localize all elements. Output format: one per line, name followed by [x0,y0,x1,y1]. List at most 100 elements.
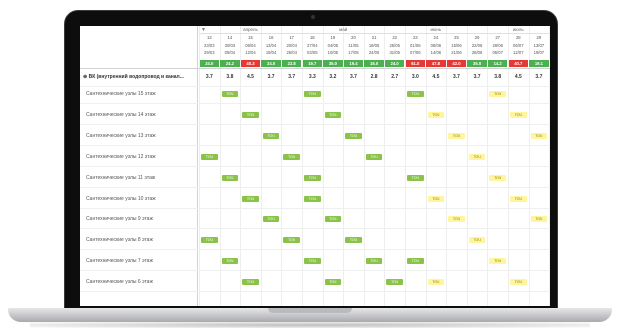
week-start-date: 29/06 [492,43,503,48]
task-bar[interactable]: ТОЧ [262,216,280,223]
task-bar[interactable]: ТОЧ [427,195,445,202]
group-week-value: 3.8 [494,74,502,80]
task-bar[interactable]: ТОЧ [510,279,527,286]
week-number: 16 [268,35,274,40]
task-bar[interactable]: ТОЧ [221,258,239,265]
task-bar[interactable]: ТОЧ [489,258,506,265]
task-bar[interactable]: ТОЧ [221,174,239,181]
week-end-date: 19/04 [265,50,277,55]
week-end-date: 03/05 [307,50,318,55]
task-row-label[interactable]: Сантехнические узлы 14 этаж [86,112,156,118]
task-row-label[interactable]: Сантехнические узлы 15 этаж [86,91,156,97]
task-row-label[interactable]: Сантехнические узлы 10 этаж [86,196,156,202]
group-week-value: 2.8 [370,74,378,80]
task-bar[interactable]: ТОЧ [304,258,321,265]
row-divider [80,103,550,104]
task-bar[interactable]: ТОЧ [304,91,321,97]
row-divider [80,207,550,209]
week-end-date: 12/07 [513,50,524,55]
task-bar[interactable]: ТОЧ [427,111,445,118]
group-week-value: 3.7 [205,74,213,80]
week-number: 21 [371,35,377,40]
task-bar[interactable]: ТОЧ [283,153,300,160]
task-bar[interactable]: ТОЧ [345,237,362,244]
group-week-value: 3.8 [226,74,234,80]
task-bar[interactable]: ТОЧ [201,237,218,244]
week-start-date: 06/04 [245,43,256,48]
task-row-label[interactable]: Сантехнические узлы 9 этаж [86,216,153,222]
task-bar[interactable]: ТОЧ [324,279,342,286]
task-bar[interactable]: ТОЧ [530,216,548,223]
week-load-value: 24.0 [199,60,220,67]
task-bar[interactable]: ТОЧ [386,279,403,286]
row-divider [80,186,550,188]
task-bar[interactable]: ТОЧ [242,111,259,118]
week-number: 26 [474,35,480,40]
week-number: 28 [515,35,521,40]
task-bar[interactable]: ТОЧ [283,237,300,244]
week-end-date: 28/06 [471,50,483,55]
task-bar[interactable]: ТОЧ [407,258,424,265]
task-bar[interactable]: ТОЧ [262,132,280,139]
task-bar[interactable]: ТОЧ [427,279,445,286]
task-bar[interactable]: ТОЧ [510,111,527,118]
week-number: 23 [412,35,418,40]
row-divider [80,270,550,272]
task-bar[interactable]: ТОЧ [468,153,486,160]
week-end-date: 24/05 [368,50,380,55]
row-divider [80,86,550,87]
task-bar[interactable]: ТОЧ [407,174,424,181]
task-bar[interactable]: ТОЧ [242,279,259,286]
task-bar[interactable]: ТОЧ [510,195,527,202]
task-row-label[interactable]: Сантехнические узлы 11 этаж [86,175,155,181]
week-number: 19 [330,35,336,40]
task-row-label[interactable]: Сантехнические узлы 12 этаж [86,154,156,160]
week-load-value: 24.0 [384,60,405,67]
task-bar[interactable]: ТОЧ [489,91,506,97]
task-row-label[interactable]: Сантехнические узлы 8 этаж [86,237,153,243]
row-divider [80,291,550,293]
task-bar[interactable]: ТОЧ [448,132,465,139]
row-divider [80,165,550,167]
task-row-label[interactable]: Сантехнические узлы 7 этаж [86,258,153,264]
task-bar[interactable]: ТОЧ [530,132,548,139]
week-start-date: 13/07 [533,43,545,48]
laptop-frame: апрель май июнь июль 13 23/03 29/03 24.0 14 30/03… [0,0,620,335]
task-bar[interactable]: ТОЧ [468,237,486,244]
task-bar[interactable]: ТОЧ [221,91,239,97]
task-bar[interactable]: ТОЧ [489,174,506,181]
task-bar[interactable]: ТОЧ [242,195,259,202]
task-bar[interactable]: ТОЧ [365,153,383,160]
task-bar[interactable]: ТОЧ [304,174,321,181]
week-load-value: 19.7 [302,60,323,67]
task-bar[interactable]: ТОЧ [365,258,383,265]
week-number: 13 [206,35,212,40]
task-bar[interactable]: ТОЧ [345,132,362,139]
group-week-value: 3.7 [267,74,275,80]
week-end-date: 10/05 [327,50,339,55]
group-row-label[interactable]: ⊕ ВК (внутренний водопровод и канал... [83,74,184,80]
task-bar[interactable]: ТОЧ [407,91,424,97]
task-bar[interactable]: ТОЧ [304,195,321,202]
filter-icon[interactable]: ▼ [201,27,206,33]
gantt-screen: апрель май июнь июль 13 23/03 29/03 24.0 14 30/03… [80,26,550,306]
header-divider [80,68,550,69]
group-week-value: 4.5 [247,74,254,80]
task-bar[interactable]: ТОЧ [324,111,342,118]
week-start-date: 18/05 [368,43,380,48]
task-bar[interactable]: ТОЧ [448,216,465,223]
task-row-label[interactable]: Сантехнические узлы 13 этаж [86,133,156,139]
group-week-value: 3.7 [453,74,460,80]
week-start-date: 30/03 [224,43,236,48]
task-bar[interactable]: ТОЧ [324,216,342,223]
week-start-date: 06/07 [513,43,524,48]
month-header: апрель [199,26,302,34]
task-bar[interactable]: ТОЧ [201,153,218,160]
group-week-value: 3.2 [329,74,337,80]
group-week-value: 2.7 [391,74,399,80]
group-week-value: 3.7 [350,74,357,80]
task-row-label[interactable]: Сантехнические узлы 6 этаж [86,279,153,285]
laptop-shadow [30,322,590,328]
month-header: май [302,26,385,34]
week-start-date: 23/03 [204,43,215,48]
